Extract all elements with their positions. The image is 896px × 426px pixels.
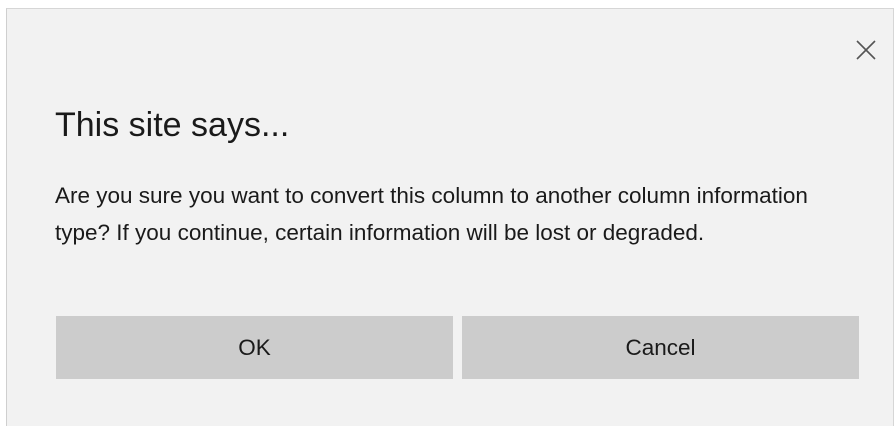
ok-button[interactable]: OK bbox=[56, 316, 453, 379]
close-icon[interactable] bbox=[855, 39, 877, 61]
dialog-message: Are you sure you want to convert this co… bbox=[55, 183, 808, 245]
dialog-title: This site says... bbox=[55, 106, 290, 144]
cancel-button[interactable]: Cancel bbox=[462, 316, 859, 379]
alert-dialog: This site says... Are you sure you want … bbox=[6, 8, 894, 426]
